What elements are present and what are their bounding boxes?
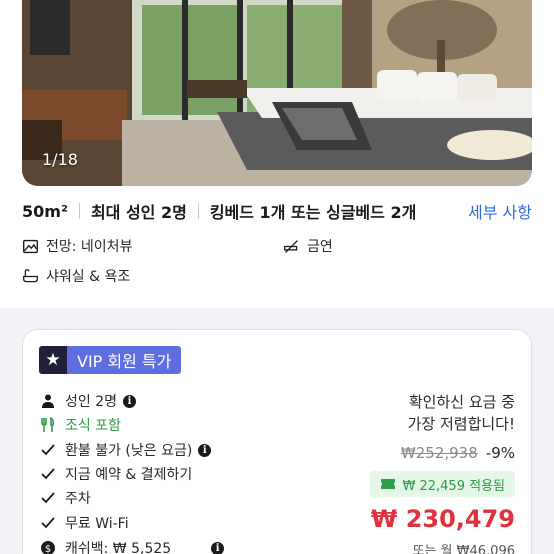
amenity-smoking: 금연 [283,236,333,256]
check-icon [39,441,57,459]
feature-wifi-label: 무료 Wi-Fi [65,516,129,532]
utensils-icon [39,416,57,434]
room-occupancy: 최대 성인 2명 [90,203,187,222]
info-icon[interactable]: i [198,443,212,457]
feature-pay-now: 지금 예약 & 결제하기 [39,464,192,484]
feature-cashback-label: 캐쉬백: ₩ 5,525 [65,541,172,554]
check-icon [39,514,57,532]
info-icon[interactable]: i [211,541,225,554]
ticket-icon [380,479,395,489]
amenity-smoking-label: 금연 [307,239,333,255]
feature-adults: 성인 2명 i [39,391,136,411]
cashback-icon: $ [39,539,57,554]
feature-cashback: $ 캐쉬백: ₩ 5,525 i [39,538,225,554]
vip-badge-label: VIP 회원 특가 [67,346,182,374]
photo-counter: 1/18 [42,150,78,169]
amenity-view-label: 전망: 네이처뷰 [46,239,133,255]
original-price-row: ₩252,938 -9% [401,444,515,462]
room-size: 50m² [22,201,68,221]
spec-divider [197,203,199,219]
feature-breakfast-label: 조식 포함 [65,418,121,434]
view-icon [23,239,38,253]
monthly-price: 또는 월 ₩46,096 [412,544,516,554]
feature-refund-label: 환불 불가 (낮은 요금) [65,443,193,459]
final-price: ₩ 230,479 [370,505,515,533]
lowest-price-line2: 가장 저렴합니다! [407,415,515,433]
original-price: ₩252,938 [400,444,478,462]
lowest-price-message: 확인하신 요금 중 가장 저렴합니다! [408,391,515,435]
spec-divider [78,203,80,219]
feature-refund: 환불 불가 (낮은 요금) i [39,440,212,460]
coupon-label: ₩ 22,459 적용됨 [402,478,506,494]
bathtub-icon [23,268,38,282]
discount-percent: -9% [485,444,515,462]
check-icon [39,489,57,507]
feature-breakfast: 조식 포함 [39,415,121,435]
lowest-price-line1: 확인하신 요금 중 [408,393,515,411]
amenity-bath-label: 샤워실 & 욕조 [46,269,131,285]
room-specs: 50m² 최대 성인 2명 킹베드 1개 또는 싱글베드 2개 세부 사항 [22,199,532,223]
feature-parking-label: 주차 [65,491,91,507]
amenity-bath: 샤워실 & 욕조 [22,266,130,286]
person-icon [39,392,57,410]
feature-adults-label: 성인 2명 [65,394,117,410]
coupon-applied-badge: ₩ 22,459 적용됨 [369,471,515,497]
no-smoking-icon [284,239,298,253]
svg-text:$: $ [45,544,51,554]
info-icon[interactable]: i [123,394,136,408]
check-icon [39,465,57,483]
room-photo[interactable]: 1/18 [22,0,532,186]
feature-wifi: 무료 Wi-Fi [39,513,129,533]
star-icon: ★ [39,346,67,374]
amenity-view: 전망: 네이처뷰 [22,236,132,256]
feature-pay-now-label: 지금 예약 & 결제하기 [65,467,193,483]
details-link[interactable]: 세부 사항 [468,199,532,223]
room-beds: 킹베드 1개 또는 싱글베드 2개 [209,203,417,222]
room-photo-illustration [22,0,532,186]
feature-parking: 주차 [39,488,91,508]
deal-card[interactable]: ★ VIP 회원 특가 성인 2명 i 조식 포함 환불 불가 (낮은 요금) … [22,329,532,554]
vip-badge: ★ VIP 회원 특가 [39,346,182,374]
